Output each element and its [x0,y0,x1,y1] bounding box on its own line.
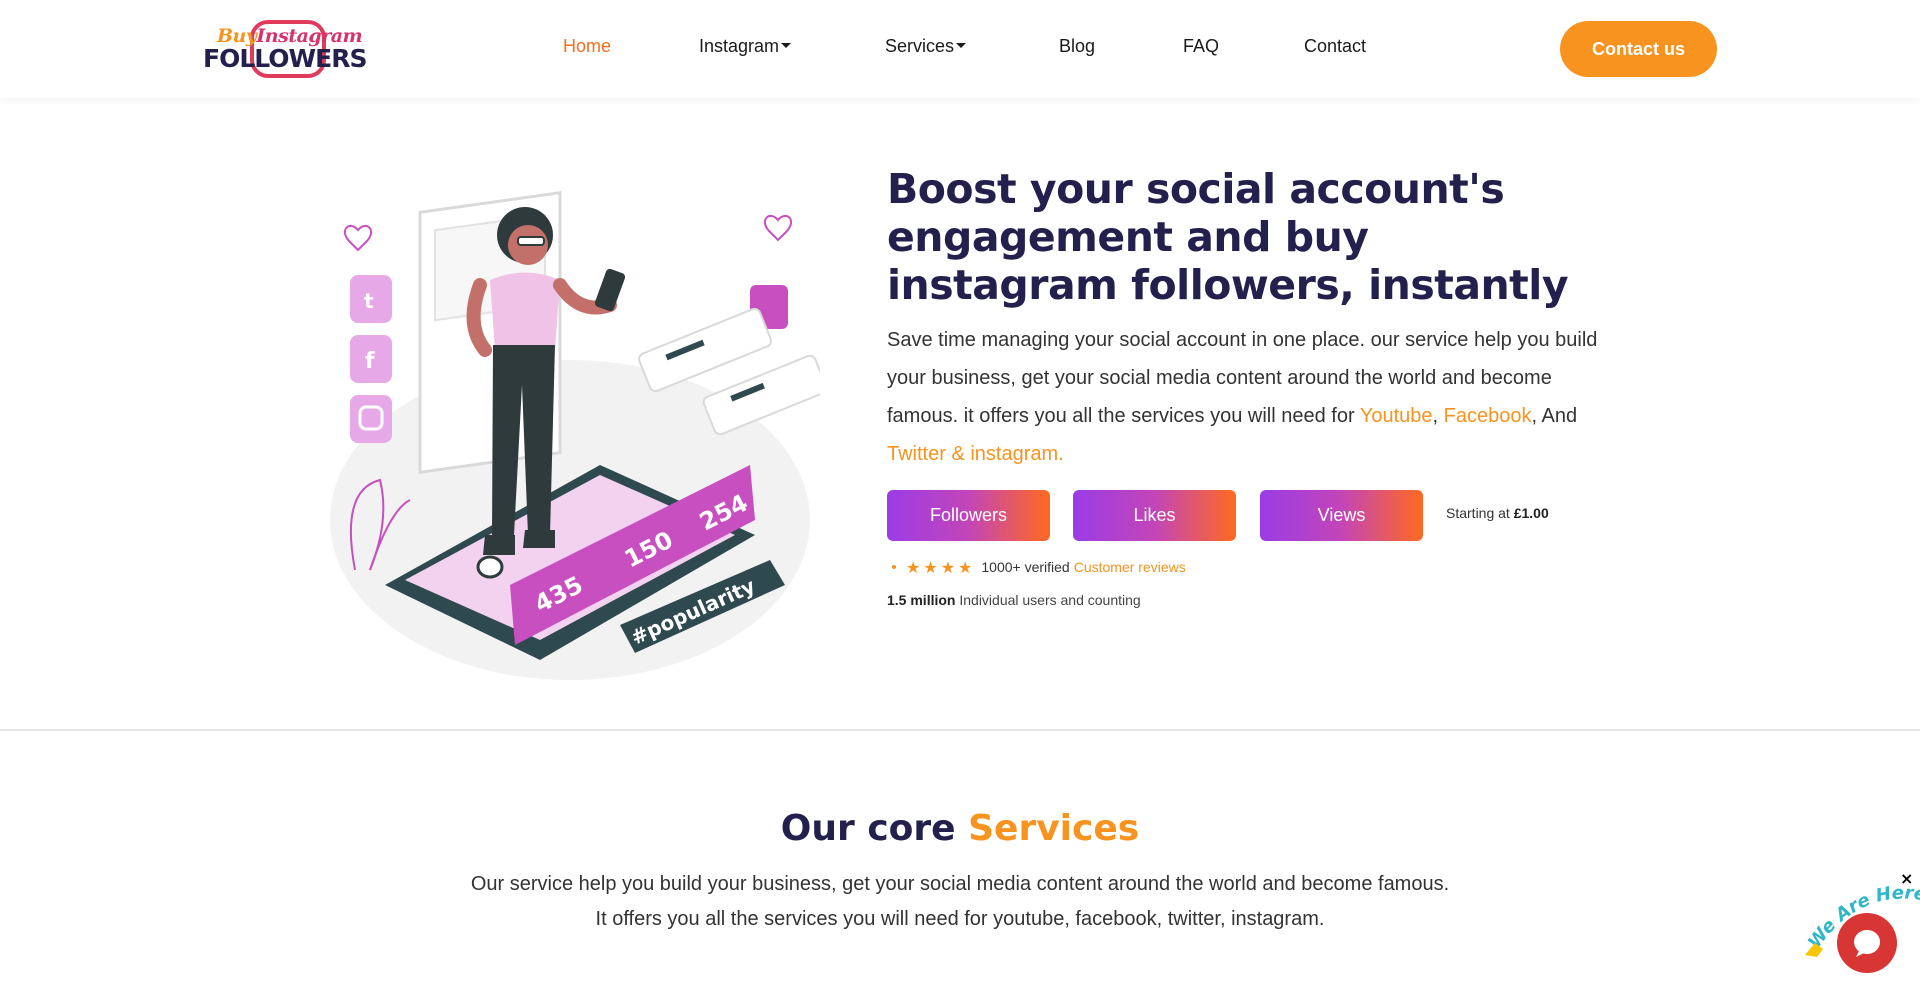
followers-button[interactable]: Followers [887,490,1050,541]
chat-close-icon[interactable]: × [1900,869,1913,888]
star-icon: ★ [940,557,956,577]
section-divider [0,729,1920,731]
site-header: BuyInstagram FOLLOWERS Home Instagram Se… [0,0,1920,98]
starting-label: Starting at [1446,505,1514,521]
services-title: Our core Services [0,808,1920,849]
chat-button[interactable] [1837,913,1897,973]
separator-1: , [1432,405,1444,427]
starting-price: Starting at £1.00 [1446,505,1549,521]
nav-contact[interactable]: Contact [1304,36,1366,57]
star-icon: ★ [923,557,938,577]
svg-text:f: f [365,349,375,374]
chevron-down-icon [781,42,792,48]
services-line-2: It offers you all the services you will … [595,908,1325,930]
users-count: 1.5 million [887,592,956,608]
nav-services-label: Services [885,36,955,56]
star-icon: ★ [906,557,921,577]
services-title-plain: Our core [780,808,969,849]
price-value: £1.00 [1513,505,1549,521]
star-icon: ★ [958,557,973,577]
logo-followers: FOLLOWERS [203,44,367,73]
separator-2: , And [1531,405,1578,427]
customer-reviews-link[interactable]: Customer reviews [1074,559,1186,575]
site-logo[interactable]: BuyInstagram FOLLOWERS [203,20,367,78]
nav-services[interactable]: Services [885,36,967,57]
likes-button[interactable]: Likes [1073,490,1236,541]
contact-us-button[interactable]: Contact us [1560,21,1717,77]
nav-home[interactable]: Home [563,36,611,57]
nav-instagram[interactable]: Instagram [699,36,792,57]
instagram-icon [350,395,392,443]
nav-instagram-label: Instagram [699,36,780,56]
reviews-count-text: 1000+ verified [981,559,1070,575]
twitter-instagram-link[interactable]: Twitter & instagram. [887,443,1064,465]
nav-blog[interactable]: Blog [1059,36,1095,57]
views-button[interactable]: Views [1260,490,1423,541]
services-line-1: Our service help you build your business… [470,873,1450,895]
chevron-down-icon [956,42,967,48]
users-text: Individual users and counting [955,592,1141,608]
nav-faq[interactable]: FAQ [1183,36,1219,57]
bullet-dot [892,565,896,569]
users-counting: 1.5 million Individual users and countin… [887,592,1141,608]
reviews-row: ★ ★ ★ ★ 1000+ verified Customer reviews [887,557,1186,577]
svg-text:t: t [364,289,374,313]
hero-title: Boost your social account's engagement a… [887,165,1569,309]
hero-description: Save time managing your social account i… [887,321,1607,473]
services-title-accent: Services [968,808,1140,849]
hero-illustration: t f 435 150 254 #popularity [330,190,820,680]
chat-bubble-icon [1854,930,1881,957]
youtube-link[interactable]: Youtube [1360,405,1433,427]
facebook-link[interactable]: Facebook [1444,405,1532,427]
